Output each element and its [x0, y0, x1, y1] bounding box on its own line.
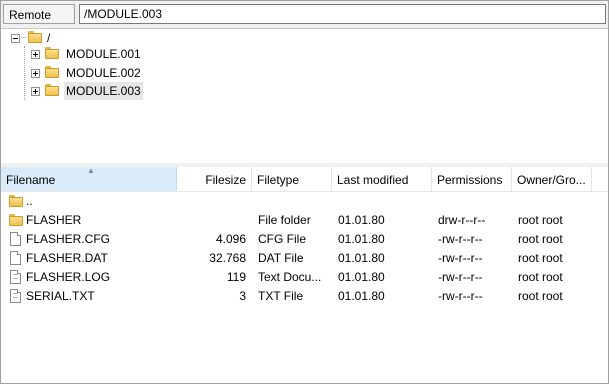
remote-site-panel: Remote site: / MODULE.001 MODULE.002 MOD…: [0, 0, 609, 384]
file-name: ..: [26, 194, 33, 208]
file-permissions: -rw-r--r--: [438, 289, 483, 303]
file-row[interactable]: FLASHER.DAT 32.768 DAT File 01.01.80 -rw…: [1, 249, 608, 268]
column-header-filename[interactable]: ▲ Filename: [1, 167, 177, 191]
file-permissions: -rw-r--r--: [438, 251, 483, 265]
file-name: SERIAL.TXT: [26, 289, 95, 303]
tree-item-label: /: [47, 31, 51, 45]
file-name: FLASHER.LOG: [26, 270, 111, 284]
file-row[interactable]: FLASHER File folder 01.01.80 drw-r--r-- …: [1, 211, 608, 230]
sort-ascending-icon: ▲: [87, 167, 95, 175]
file-size: [177, 211, 246, 230]
file-size: 32.768: [209, 251, 246, 265]
tree-item-label: MODULE.001: [66, 47, 141, 61]
tree-item-label: MODULE.003: [64, 82, 143, 100]
file-modified: 01.01.80: [338, 213, 385, 227]
folder-icon: [9, 214, 23, 226]
file-type: File folder: [258, 213, 311, 227]
file-type: Text Docu...: [258, 270, 322, 284]
file-name: FLASHER.CFG: [26, 232, 111, 246]
remote-site-bar: Remote site:: [1, 1, 608, 42]
file-owner: root root: [518, 289, 563, 303]
folder-icon: [45, 66, 59, 78]
file-list-header: ▲ Filename Filesize Filetype Last modifi…: [1, 167, 608, 192]
text-file-icon: [10, 289, 21, 303]
file-row[interactable]: FLASHER.CFG 4.096 CFG File 01.01.80 -rw-…: [1, 230, 608, 249]
file-modified: 01.01.80: [338, 289, 385, 303]
file-row-parent[interactable]: ..: [1, 192, 608, 211]
file-owner: root root: [518, 213, 563, 227]
file-type: TXT File: [258, 289, 304, 303]
file-permissions: -rw-r--r--: [438, 232, 483, 246]
column-header-label: Permissions: [437, 173, 503, 187]
file-size: 3: [239, 289, 246, 303]
file-row[interactable]: SERIAL.TXT 3 TXT File 01.01.80 -rw-r--r-…: [1, 287, 608, 306]
file-name: FLASHER.DAT: [26, 251, 108, 265]
file-permissions: -rw-r--r--: [438, 270, 483, 284]
file-modified: 01.01.80: [338, 232, 385, 246]
column-header-label: Last modified: [337, 173, 409, 187]
file-type: CFG File: [258, 232, 306, 246]
tree-item-label: MODULE.002: [66, 66, 141, 80]
column-header-label: Filetype: [257, 173, 300, 187]
tree-guide-line: [24, 46, 25, 100]
file-owner: root root: [518, 270, 563, 284]
file-modified: 01.01.80: [338, 251, 385, 265]
remote-file-list[interactable]: ▲ Filename Filesize Filetype Last modifi…: [1, 167, 608, 383]
file-size: 4.096: [215, 232, 246, 246]
remote-site-path-input[interactable]: [79, 4, 606, 24]
folder-icon: [45, 84, 59, 96]
column-header-last-modified[interactable]: Last modified: [332, 167, 432, 191]
text-file-icon: [10, 270, 21, 284]
file-permissions: drw-r--r--: [438, 213, 486, 227]
column-header-owner-group[interactable]: Owner/Gro...: [512, 167, 592, 191]
column-header-filesize[interactable]: Filesize: [177, 167, 252, 191]
file-size: 119: [226, 270, 246, 284]
remote-site-label: Remote site:: [3, 4, 75, 42]
collapse-icon[interactable]: [11, 34, 20, 43]
file-owner: root root: [518, 251, 563, 265]
column-header-label: Filesize: [205, 173, 246, 187]
folder-icon: [9, 195, 23, 207]
file-name: FLASHER: [26, 213, 82, 227]
column-header-filetype[interactable]: Filetype: [252, 167, 332, 191]
expand-icon[interactable]: [31, 69, 40, 78]
file-owner: root root: [518, 232, 563, 246]
folder-icon: [45, 47, 59, 59]
expand-icon[interactable]: [31, 87, 40, 96]
column-header-label: Filename: [6, 173, 56, 187]
file-row[interactable]: FLASHER.LOG 119 Text Docu... 01.01.80 -r…: [1, 268, 608, 287]
folder-icon: [28, 31, 42, 43]
remote-directory-tree[interactable]: / MODULE.001 MODULE.002 MODULE.003: [1, 28, 608, 164]
expand-icon[interactable]: [31, 50, 40, 59]
column-header-permissions[interactable]: Permissions: [432, 167, 512, 191]
column-header-label: Owner/Gro...: [517, 173, 586, 187]
file-icon: [10, 251, 21, 265]
file-icon: [10, 232, 21, 246]
file-type: DAT File: [258, 251, 304, 265]
file-modified: 01.01.80: [338, 270, 385, 284]
